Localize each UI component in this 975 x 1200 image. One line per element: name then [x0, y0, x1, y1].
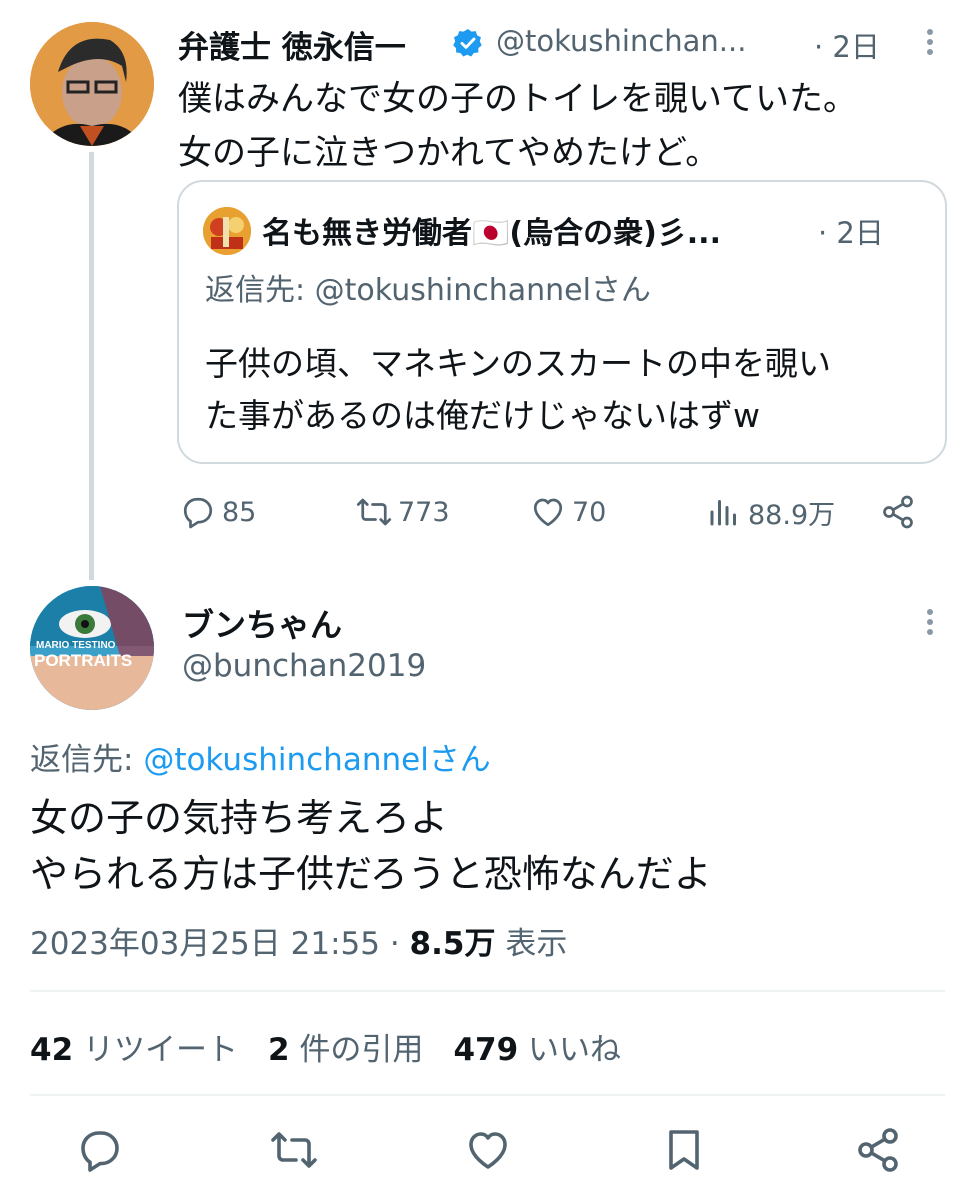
bookmark-button[interactable]: [660, 1126, 708, 1174]
views-count: 88.9万: [748, 499, 836, 531]
author-handle[interactable]: @bunchan2019: [182, 648, 426, 684]
retweet-button[interactable]: 773: [356, 492, 450, 532]
quoted-body-line: 子供の頃、マネキンのスカートの中を覗い: [205, 344, 832, 383]
like-icon: [469, 1132, 507, 1169]
retweets-count: 42: [30, 1032, 74, 1068]
share-icon: [883, 495, 913, 529]
reply-to-line: 返信先: @tokushinchannelさん: [30, 734, 491, 779]
more-icon[interactable]: [918, 24, 942, 60]
author-avatar[interactable]: MARIO TESTINO PORTRAITS: [30, 586, 154, 710]
share-button[interactable]: [880, 492, 922, 532]
tweet-body: 僕はみんなで女の子のトイレを覗いていた。 女の子に泣きつかれてやめたけど。: [178, 72, 857, 180]
divider: [30, 1094, 945, 1096]
retweets-label: リツイート: [73, 1032, 238, 1068]
tweet-body-line: 女の子に泣きつかれてやめたけど。: [178, 133, 720, 173]
quoted-author-avatar: [203, 207, 251, 255]
tweet-timestamp[interactable]: 2023年03月25日 21:55 ·: [30, 926, 410, 962]
views-icon: [710, 500, 736, 526]
tweet-body: 女の子の気持ち考えろよ やられる方は子供だろうと恐怖なんだよ: [30, 790, 712, 902]
reply-to-link[interactable]: @tokushinchannelさん: [143, 742, 491, 778]
views-label: 表示: [495, 926, 568, 962]
quoted-body-line: た事があるのは俺だけじゃないはずw: [205, 396, 760, 435]
share-icon: [858, 1128, 898, 1172]
quoted-tweet-time: · 2日: [818, 216, 884, 250]
thread-connector-line: [89, 152, 94, 580]
retweet-button[interactable]: [270, 1126, 318, 1174]
tweet-meta: 2023年03月25日 21:55 · 8.5万 表示: [30, 918, 567, 963]
quoted-author-name: 名も無き労働者🇯🇵(烏合の衆)彡...: [262, 216, 721, 251]
share-button[interactable]: [854, 1126, 902, 1174]
likes-count: 479: [453, 1032, 519, 1068]
reply-icon: [183, 497, 213, 529]
retweets-stat[interactable]: 42 リツイート: [30, 1032, 238, 1068]
author-name[interactable]: ブンちゃん: [182, 600, 342, 646]
like-button[interactable]: 70: [530, 492, 606, 532]
views-button[interactable]: 88.9万: [706, 492, 835, 532]
quotes-stat[interactable]: 2 件の引用: [268, 1032, 423, 1068]
quotes-count: 2: [268, 1032, 290, 1068]
tweet-body-line: やられる方は子供だろうと恐怖なんだよ: [30, 852, 712, 896]
quoted-tweet-body: 子供の頃、マネキンのスカートの中を覗い た事があるのは俺だけじゃないはずw: [205, 338, 831, 442]
reply-count: 85: [222, 496, 257, 528]
likes-stat[interactable]: 479 いいね: [453, 1032, 621, 1068]
like-count: 70: [572, 496, 607, 528]
avatar-text-line: PORTRAITS: [34, 651, 132, 670]
avatar-text-line: MARIO TESTINO: [36, 640, 116, 651]
reply-button[interactable]: [76, 1126, 124, 1174]
author-name[interactable]: 弁護士 徳永信一: [178, 22, 406, 67]
tweet-time[interactable]: · 2日: [814, 24, 880, 66]
like-icon: [533, 498, 563, 527]
like-button[interactable]: [464, 1126, 512, 1174]
more-icon[interactable]: [918, 604, 942, 640]
retweet-icon: [271, 1132, 317, 1168]
author-avatar[interactable]: [30, 22, 154, 146]
likes-label: いいね: [518, 1032, 622, 1068]
quoted-reply-to: 返信先: @tokushinchannelさん: [205, 273, 651, 308]
tweet-body-line: 僕はみんなで女の子のトイレを覗いていた。: [178, 79, 857, 119]
reply-to-prefix: 返信先:: [30, 742, 144, 778]
retweet-count: 773: [398, 496, 450, 528]
tweet-body-line: 女の子の気持ち考えろよ: [30, 796, 449, 840]
verified-badge-icon: [452, 27, 484, 59]
retweet-icon: [356, 498, 392, 526]
quotes-label: 件の引用: [289, 1032, 424, 1068]
divider: [30, 990, 945, 992]
bookmark-icon: [669, 1130, 699, 1170]
views-count: 8.5万: [409, 926, 496, 962]
reply-button[interactable]: 85: [180, 492, 256, 532]
engagement-stats: 42 リツイート 2 件の引用 479 いいね: [30, 1024, 621, 1069]
author-handle[interactable]: @tokushinchan...: [496, 24, 746, 58]
reply-icon: [81, 1131, 119, 1172]
